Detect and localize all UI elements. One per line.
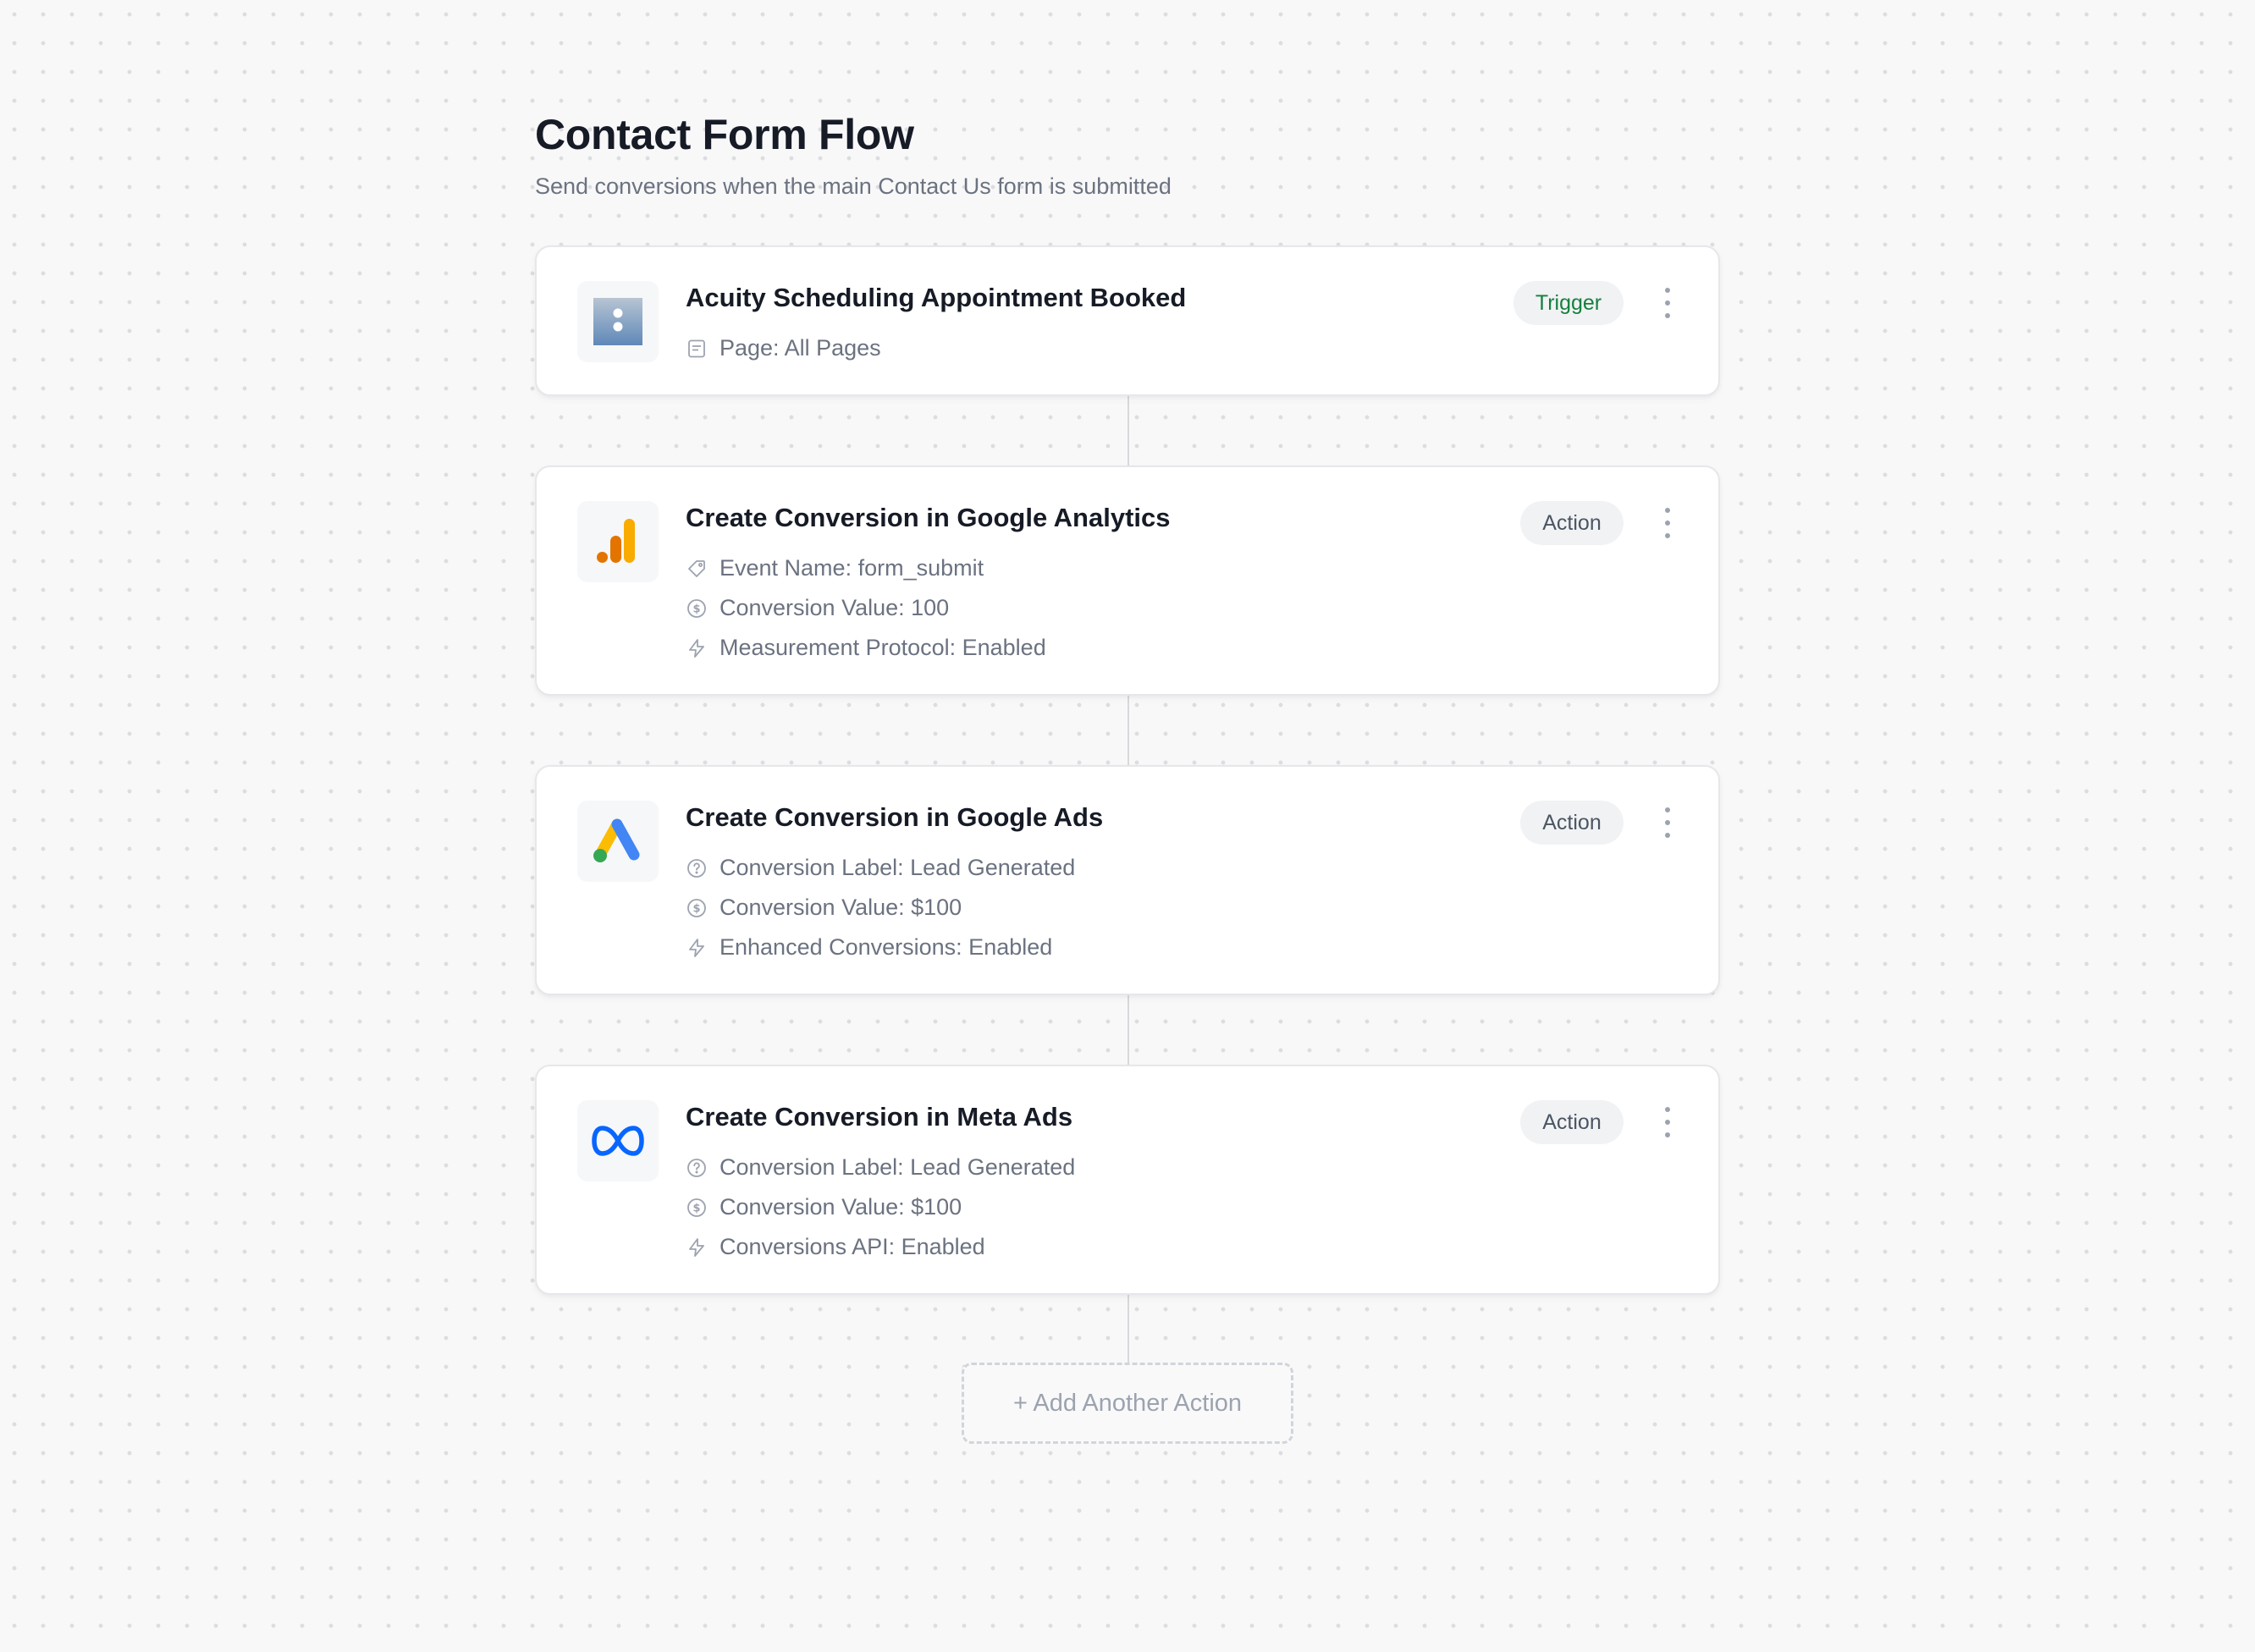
detail-row: Conversion Label: Lead Generated bbox=[686, 848, 1075, 888]
acuity-scheduling-icon bbox=[593, 298, 642, 345]
dollar-circle-icon: $ bbox=[686, 597, 708, 620]
add-another-action-button[interactable]: + Add Another Action bbox=[962, 1363, 1293, 1444]
detail-text: Page: All Pages bbox=[720, 335, 881, 361]
lightning-icon bbox=[686, 937, 708, 959]
detail-text: Conversions API: Enabled bbox=[720, 1234, 985, 1259]
flow-connector bbox=[1128, 696, 1129, 765]
detail-row: Conversions API: Enabled bbox=[686, 1227, 1075, 1267]
google-ads-icon bbox=[593, 818, 640, 862]
detail-text: Conversion Value: 100 bbox=[720, 595, 950, 620]
step-title: Acuity Scheduling Appointment Booked bbox=[686, 283, 1187, 312]
meta-logo bbox=[577, 1100, 659, 1181]
svg-text:$: $ bbox=[692, 902, 700, 915]
flow-connector bbox=[1128, 1295, 1129, 1364]
flow-connector bbox=[1128, 396, 1129, 465]
lightning-icon bbox=[686, 637, 708, 659]
more-options-icon[interactable] bbox=[1659, 288, 1676, 318]
dollar-circle-icon: $ bbox=[686, 1197, 708, 1219]
detail-text: Conversion Value: $100 bbox=[720, 895, 962, 920]
page-icon bbox=[686, 338, 708, 360]
svg-text:$: $ bbox=[692, 603, 700, 615]
action-badge: Action bbox=[1520, 501, 1624, 545]
detail-row: Measurement Protocol: Enabled bbox=[686, 628, 1046, 668]
more-options-icon[interactable] bbox=[1659, 508, 1676, 538]
acuity-scheduling-logo bbox=[577, 281, 659, 362]
google-ads-logo bbox=[577, 801, 659, 882]
detail-row: Event Name: form_submit bbox=[686, 548, 1046, 588]
detail-row: Page: All Pages bbox=[686, 328, 881, 368]
page-title: Contact Form Flow bbox=[535, 111, 914, 158]
more-options-icon[interactable] bbox=[1659, 807, 1676, 838]
google-analytics-icon bbox=[597, 519, 635, 563]
tag-icon bbox=[686, 558, 708, 580]
action-card-google-analytics[interactable]: Create Conversion in Google Analytics Ev… bbox=[535, 465, 1720, 696]
detail-row: $ Conversion Value: $100 bbox=[686, 888, 1075, 928]
detail-row: $ Conversion Value: 100 bbox=[686, 588, 1046, 628]
detail-text: Conversion Label: Lead Generated bbox=[720, 855, 1076, 880]
step-details: Page: All Pages bbox=[686, 328, 881, 368]
page-subtitle: Send conversions when the main Contact U… bbox=[535, 173, 1172, 199]
more-options-icon[interactable] bbox=[1659, 1107, 1676, 1137]
action-badge: Action bbox=[1520, 801, 1624, 845]
google-analytics-logo bbox=[577, 501, 659, 582]
detail-text: Conversion Value: $100 bbox=[720, 1194, 962, 1220]
step-title: Create Conversion in Google Analytics bbox=[686, 503, 1171, 532]
step-title: Create Conversion in Meta Ads bbox=[686, 1102, 1073, 1132]
question-circle-icon bbox=[686, 857, 708, 879]
detail-text: Conversion Label: Lead Generated bbox=[720, 1154, 1076, 1180]
detail-row: $ Conversion Value: $100 bbox=[686, 1187, 1075, 1227]
detail-text: Enhanced Conversions: Enabled bbox=[720, 934, 1053, 960]
step-details: Conversion Label: Lead Generated $ Conve… bbox=[686, 848, 1075, 967]
trigger-card[interactable]: Acuity Scheduling Appointment Booked Pag… bbox=[535, 245, 1720, 396]
detail-row: Conversion Label: Lead Generated bbox=[686, 1148, 1075, 1187]
action-badge: Action bbox=[1520, 1100, 1624, 1144]
detail-text: Event Name: form_submit bbox=[720, 555, 984, 581]
step-details: Event Name: form_submit $ Conversion Val… bbox=[686, 548, 1046, 668]
action-card-google-ads[interactable]: Create Conversion in Google Ads Conversi… bbox=[535, 765, 1720, 995]
meta-icon bbox=[592, 1126, 644, 1156]
dollar-circle-icon: $ bbox=[686, 897, 708, 919]
flow-connector bbox=[1128, 995, 1129, 1065]
detail-row: Enhanced Conversions: Enabled bbox=[686, 928, 1075, 967]
svg-text:$: $ bbox=[692, 1202, 700, 1214]
lightning-icon bbox=[686, 1236, 708, 1258]
detail-text: Measurement Protocol: Enabled bbox=[720, 635, 1046, 660]
step-title: Create Conversion in Google Ads bbox=[686, 802, 1104, 832]
step-details: Conversion Label: Lead Generated $ Conve… bbox=[686, 1148, 1075, 1267]
action-card-meta-ads[interactable]: Create Conversion in Meta Ads Conversion… bbox=[535, 1065, 1720, 1295]
question-circle-icon bbox=[686, 1157, 708, 1179]
trigger-badge: Trigger bbox=[1513, 281, 1624, 325]
